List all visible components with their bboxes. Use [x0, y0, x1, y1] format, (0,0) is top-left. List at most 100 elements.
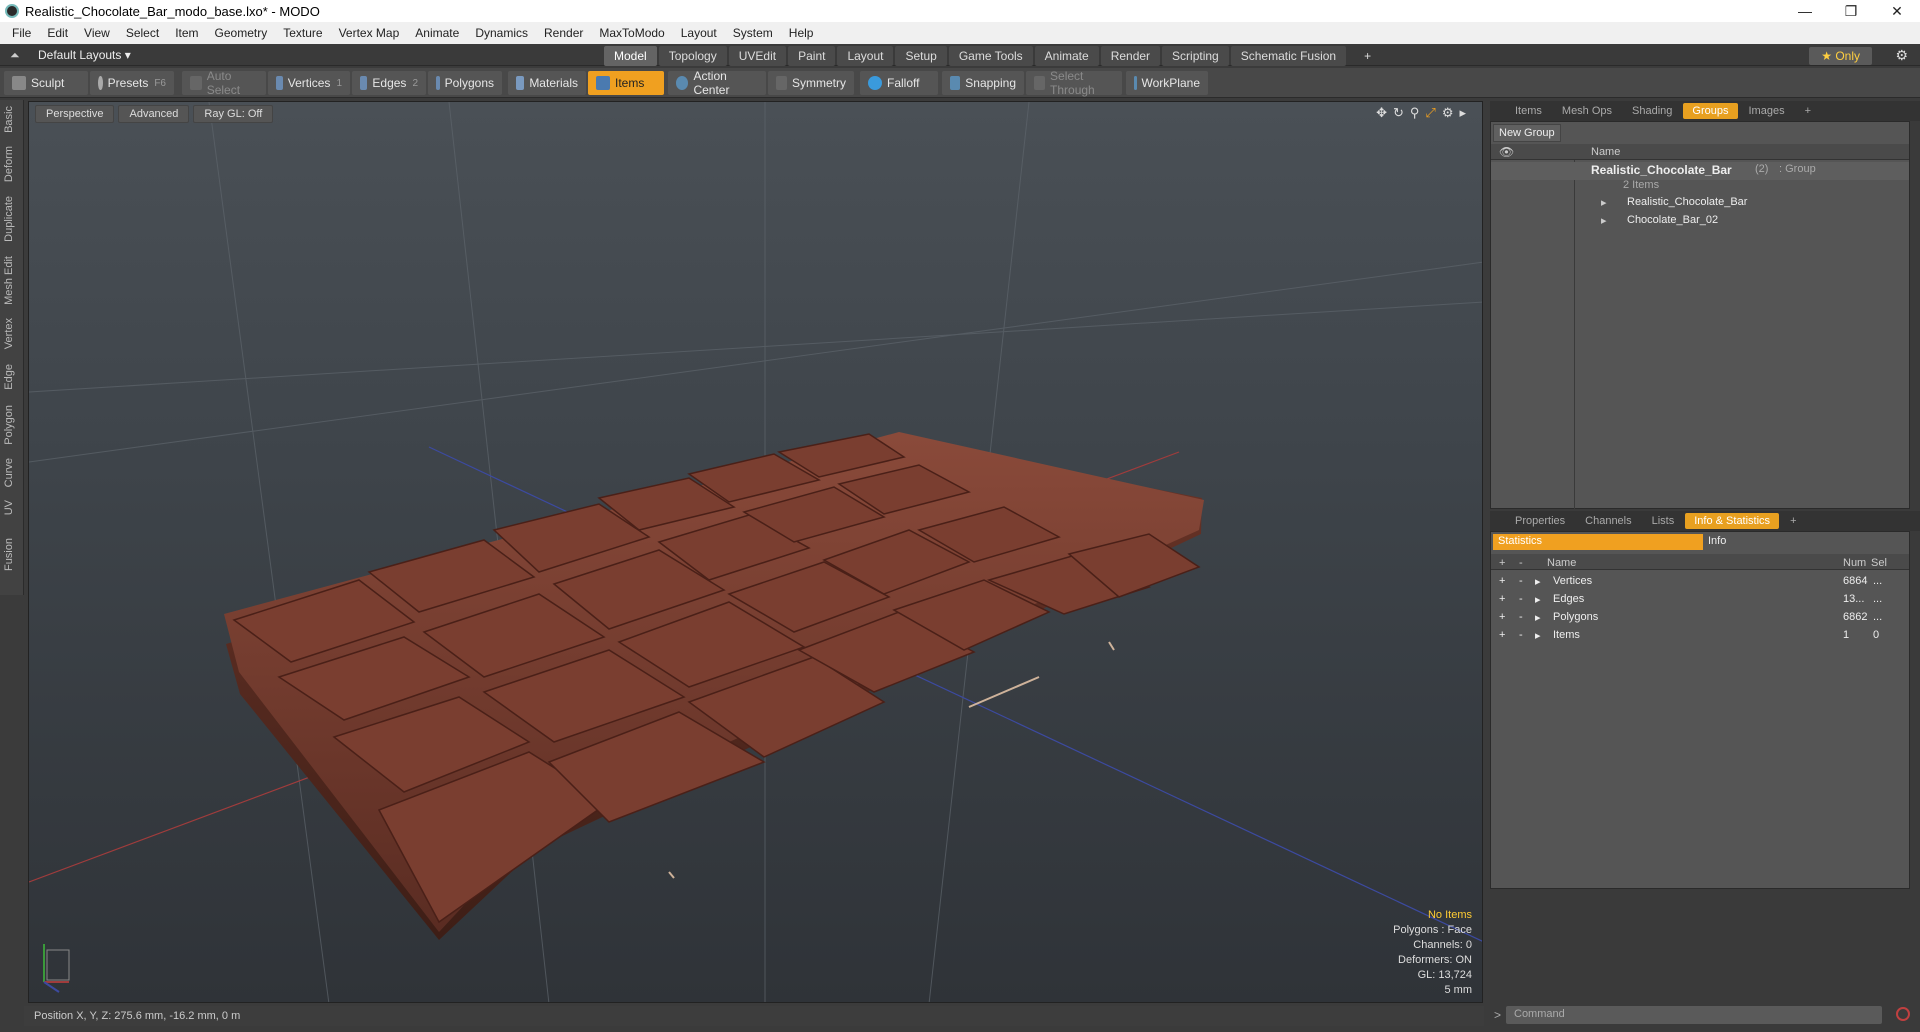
items-button[interactable]: Items: [588, 71, 664, 95]
left-tab-curve[interactable]: Curve: [3, 458, 15, 487]
menu-animate[interactable]: Animate: [407, 26, 467, 40]
tab-scripting[interactable]: Scripting: [1162, 46, 1229, 66]
stat-row[interactable]: + - ▸ Vertices 6864 ...: [1491, 572, 1909, 590]
menu-dynamics[interactable]: Dynamics: [467, 26, 536, 40]
tab-render[interactable]: Render: [1100, 46, 1161, 66]
3d-viewport[interactable]: Perspective Advanced Ray GL: Off ✥ ↻ ⚲ ⤢…: [28, 101, 1483, 1003]
tab-model[interactable]: Model: [604, 46, 657, 66]
tab-mesh-ops[interactable]: Mesh Ops: [1553, 103, 1621, 119]
remove-icon[interactable]: -: [1519, 629, 1523, 641]
left-tab-polygon[interactable]: Polygon: [3, 405, 15, 445]
polygons-button[interactable]: Polygons: [428, 71, 502, 95]
rotate-view-icon[interactable]: ↻: [1393, 105, 1404, 121]
menu-select[interactable]: Select: [118, 26, 167, 40]
menu-system[interactable]: System: [725, 26, 781, 40]
left-tab-mesh-edit[interactable]: Mesh Edit: [3, 256, 15, 305]
expand-arrow-icon[interactable]: ▸: [1601, 196, 1607, 209]
sculpt-button[interactable]: Sculpt: [4, 71, 88, 95]
gear-icon[interactable]: ⚙: [1895, 47, 1908, 64]
menu-texture[interactable]: Texture: [275, 26, 330, 40]
expand-arrow-icon[interactable]: ▸: [1535, 611, 1541, 624]
perspective-dropdown[interactable]: Perspective: [35, 105, 115, 123]
raygl-toggle[interactable]: Ray GL: Off: [193, 105, 274, 123]
minimize-icon[interactable]: —: [1782, 0, 1828, 22]
command-input[interactable]: Command: [1506, 1006, 1882, 1024]
menu-help[interactable]: Help: [781, 26, 822, 40]
tab-groups[interactable]: Groups: [1683, 103, 1738, 119]
num-column-header[interactable]: Num: [1843, 557, 1866, 569]
tab-layout[interactable]: Layout: [837, 46, 894, 66]
close-icon[interactable]: ✕: [1874, 0, 1920, 22]
tab-paint[interactable]: Paint: [788, 46, 836, 66]
select-through-button[interactable]: Select Through: [1026, 69, 1122, 97]
sel-column-header[interactable]: Sel: [1871, 557, 1887, 569]
tab-properties[interactable]: Properties: [1506, 513, 1574, 529]
stat-row[interactable]: + - ▸ Items 1 0: [1491, 626, 1909, 644]
info-tab[interactable]: Info: [1703, 534, 1731, 550]
view-settings-icon[interactable]: ⚙: [1442, 105, 1454, 121]
workplane-button[interactable]: WorkPlane: [1126, 71, 1208, 95]
add-icon[interactable]: +: [1499, 593, 1505, 605]
left-tab-edge[interactable]: Edge: [3, 364, 15, 390]
tab-schematic-fusion[interactable]: Schematic Fusion: [1230, 46, 1347, 66]
presets-button[interactable]: Presets F6: [90, 71, 174, 95]
tab-setup[interactable]: Setup: [895, 46, 947, 66]
left-tab-uv[interactable]: UV: [3, 500, 15, 515]
tab-items[interactable]: Items: [1506, 103, 1551, 119]
tab-animate[interactable]: Animate: [1034, 46, 1099, 66]
menu-item[interactable]: Item: [167, 26, 206, 40]
tab-channels[interactable]: Channels: [1576, 513, 1640, 529]
menu-maxtomodo[interactable]: MaxToModo: [591, 26, 672, 40]
statistics-tab[interactable]: Statistics: [1493, 534, 1703, 550]
menu-file[interactable]: File: [4, 26, 39, 40]
add-icon[interactable]: +: [1499, 557, 1505, 569]
name-column-header[interactable]: Name: [1547, 557, 1576, 569]
menu-view[interactable]: View: [76, 26, 118, 40]
menu-vertex-map[interactable]: Vertex Map: [331, 26, 408, 40]
materials-button[interactable]: Materials: [508, 71, 586, 95]
remove-icon[interactable]: -: [1519, 611, 1523, 623]
expand-arrow-icon[interactable]: ▸: [1601, 214, 1607, 227]
action-center-button[interactable]: Action Center: [668, 69, 766, 97]
advanced-dropdown[interactable]: Advanced: [118, 105, 190, 123]
add-panel-tab-icon[interactable]: +: [1781, 513, 1805, 529]
only-toggle[interactable]: ★ Only: [1809, 47, 1872, 65]
new-group-button[interactable]: New Group: [1493, 124, 1561, 142]
expand-arrow-icon[interactable]: ▸: [1535, 629, 1541, 642]
stat-row[interactable]: + - ▸ Polygons 6862 ...: [1491, 608, 1909, 626]
left-tab-fusion[interactable]: Fusion: [3, 538, 15, 571]
add-tab-icon[interactable]: +: [1354, 46, 1381, 66]
add-icon[interactable]: +: [1499, 611, 1505, 623]
expand-arrow-icon[interactable]: ▸: [1535, 575, 1541, 588]
auto-select-button[interactable]: Auto Select: [182, 69, 266, 97]
restore-icon[interactable]: ❐: [1828, 0, 1874, 22]
layouts-dropdown[interactable]: Default Layouts ▾: [38, 48, 131, 62]
expand-arrow-icon[interactable]: ▸: [1459, 105, 1466, 121]
group-child-row[interactable]: ▸ Realistic_Chocolate_Bar: [1491, 195, 1909, 213]
menu-layout[interactable]: Layout: [673, 26, 725, 40]
tab-info-statistics[interactable]: Info & Statistics: [1685, 513, 1780, 529]
menu-geometry[interactable]: Geometry: [207, 26, 276, 40]
left-tab-deform[interactable]: Deform: [3, 146, 15, 182]
add-panel-tab-icon[interactable]: +: [1796, 103, 1820, 119]
record-icon[interactable]: [1896, 1007, 1910, 1021]
stat-row[interactable]: + - ▸ Edges 13... ...: [1491, 590, 1909, 608]
remove-icon[interactable]: -: [1519, 593, 1523, 605]
add-icon[interactable]: +: [1499, 629, 1505, 641]
fit-view-icon[interactable]: ⤢: [1425, 105, 1435, 121]
symmetry-button[interactable]: Symmetry: [768, 71, 854, 95]
tab-game-tools[interactable]: Game Tools: [948, 46, 1033, 66]
snapping-button[interactable]: Snapping: [942, 71, 1024, 95]
layout-up-icon[interactable]: ⏶: [10, 48, 20, 63]
eye-icon[interactable]: 👁: [1499, 145, 1514, 159]
expand-arrow-icon[interactable]: ▸: [1535, 593, 1541, 606]
tab-uvedit[interactable]: UVEdit: [728, 46, 787, 66]
group-child-row[interactable]: ▸ Chocolate_Bar_02: [1491, 213, 1909, 231]
left-tab-basic[interactable]: Basic: [3, 106, 15, 133]
left-tab-vertex[interactable]: Vertex: [3, 318, 15, 349]
left-tab-duplicate[interactable]: Duplicate: [3, 196, 15, 242]
remove-icon[interactable]: -: [1519, 575, 1523, 587]
add-icon[interactable]: +: [1499, 575, 1505, 587]
name-column-header[interactable]: Name: [1591, 146, 1620, 158]
falloff-button[interactable]: Falloff: [860, 71, 938, 95]
